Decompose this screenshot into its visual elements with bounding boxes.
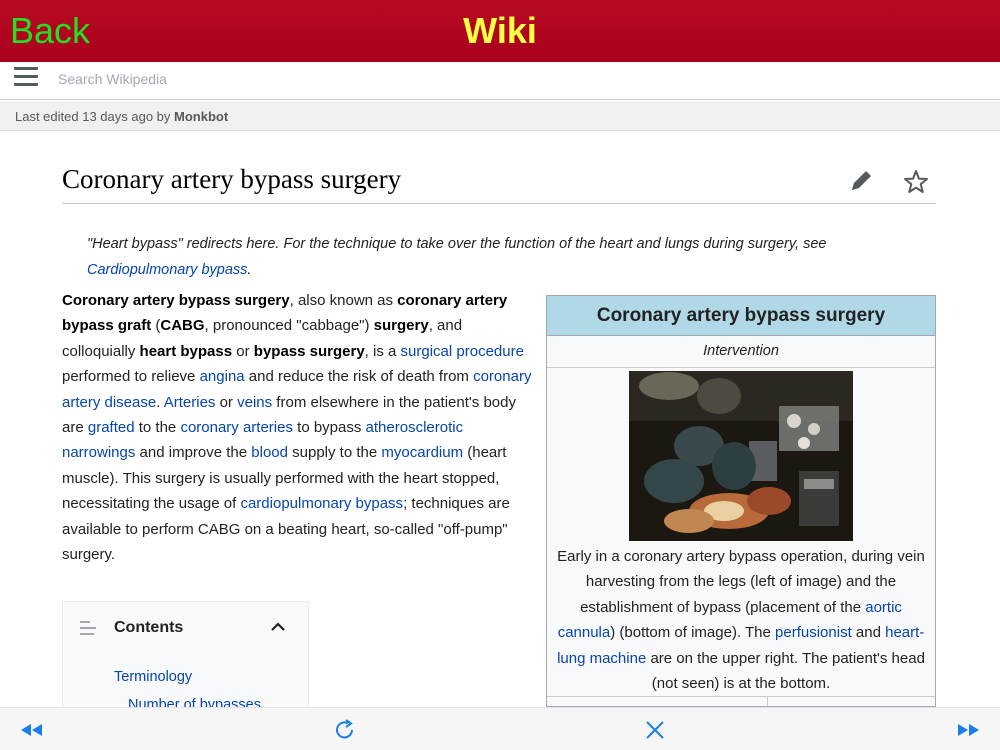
search-bar: [0, 62, 1000, 100]
link-grafted[interactable]: grafted: [88, 419, 135, 436]
link-cardiopulmonary-bypass[interactable]: cardiopulmonary bypass: [240, 495, 403, 512]
link-perfusionist[interactable]: perfusionist: [775, 624, 852, 641]
text: to the: [134, 419, 181, 437]
pencil-icon[interactable]: [848, 168, 874, 194]
link-surgical-procedure[interactable]: surgical procedure: [401, 343, 524, 360]
last-edited-user: Monkbot: [174, 109, 229, 124]
bottom-toolbar: [0, 707, 1000, 750]
star-icon[interactable]: [902, 168, 930, 196]
link-arteries[interactable]: Arteries: [164, 394, 216, 411]
list-icon: [80, 621, 96, 635]
text: , is a: [364, 342, 401, 360]
bold-term: Coronary artery bypass surgery: [62, 292, 290, 309]
rewind-icon[interactable]: [19, 718, 45, 742]
link-myocardium[interactable]: myocardium: [381, 444, 463, 461]
text: ) (bottom of image). The: [610, 624, 776, 642]
toc-item-terminology[interactable]: Terminology: [114, 669, 192, 685]
hatnote: "Heart bypass" redirects here. For the t…: [87, 231, 917, 283]
bold-term: surgery: [373, 317, 429, 335]
hatnote-end: .: [247, 262, 252, 278]
text: or: [232, 342, 254, 360]
menu-icon[interactable]: [14, 67, 38, 87]
bold-term: CABG: [160, 317, 205, 335]
link-veins[interactable]: veins: [237, 394, 272, 411]
text: and: [851, 624, 886, 642]
text: and improve the: [135, 444, 252, 462]
link-angina[interactable]: angina: [200, 368, 245, 385]
search-input[interactable]: [58, 68, 658, 90]
infobox-column-divider: [767, 696, 768, 706]
text: or: [215, 393, 238, 411]
link-blood[interactable]: blood: [251, 444, 288, 461]
hatnote-text: "Heart bypass" redirects here. For the t…: [87, 236, 827, 252]
text: , also known as: [289, 292, 398, 309]
app-bar: Back Wiki: [0, 0, 1000, 62]
page-title: Coronary artery bypass surgery: [62, 164, 402, 194]
last-edited-text: Last edited 13 days ago by: [15, 109, 175, 124]
infobox-caption: Early in a coronary artery bypass operat…: [557, 544, 925, 696]
fast-forward-icon[interactable]: [955, 718, 981, 742]
infobox-title: Coronary artery bypass surgery: [547, 296, 935, 336]
text: .: [156, 393, 164, 411]
text: are on the upper right. The patient's he…: [646, 649, 925, 693]
close-icon[interactable]: [642, 718, 668, 742]
infobox: Coronary artery bypass surgery Intervent…: [546, 295, 936, 707]
chevron-up-icon[interactable]: [268, 617, 288, 637]
text: performed to relieve: [62, 368, 200, 386]
surgery-photo[interactable]: [629, 371, 853, 541]
text: (: [151, 317, 161, 335]
text: supply to the: [287, 444, 382, 462]
heading-divider: [62, 203, 936, 204]
text: to bypass: [292, 419, 366, 437]
reload-icon[interactable]: [332, 718, 358, 742]
link-coronary-arteries[interactable]: coronary arteries: [180, 419, 293, 436]
infobox-subtitle: Intervention: [547, 336, 935, 368]
text: , pronounced "cabbage"): [204, 317, 374, 335]
hatnote-link[interactable]: Cardiopulmonary bypass: [87, 262, 247, 278]
lead-paragraph: Coronary artery bypass surgery, also kno…: [62, 288, 532, 567]
app-title: Wiki: [463, 10, 537, 51]
text: and reduce the risk of death from: [244, 368, 474, 386]
infobox-row-divider: [547, 696, 935, 697]
bold-term: bypass surgery: [253, 342, 365, 360]
contents-title: Contents: [114, 619, 184, 636]
bold-term: heart bypass: [139, 342, 233, 360]
last-edited-bar[interactable]: Last edited 13 days ago by Monkbot: [0, 101, 1000, 131]
contents-box: Contents Terminology Number of bypasses: [62, 601, 309, 721]
